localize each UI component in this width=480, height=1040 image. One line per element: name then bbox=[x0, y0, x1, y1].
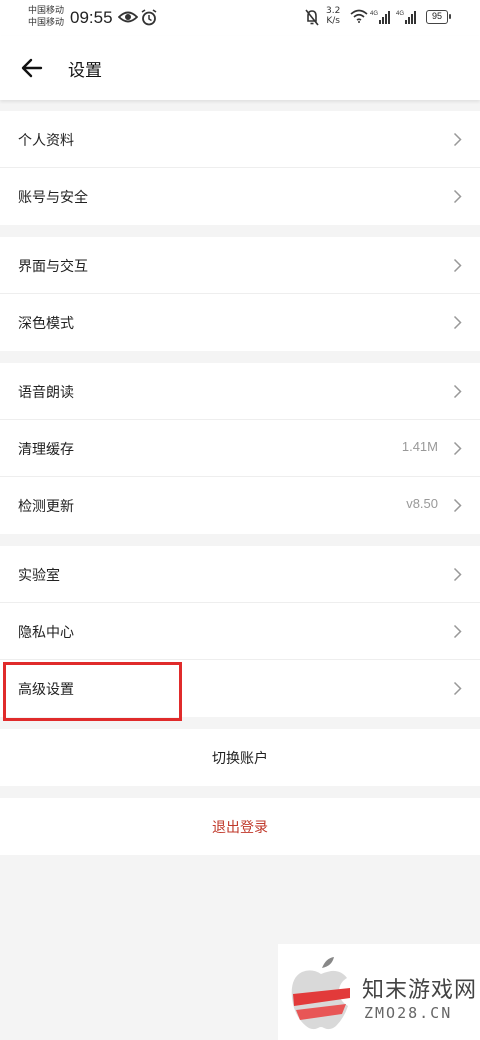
battery-indicator: 95 bbox=[426, 10, 451, 24]
settings-item-profile[interactable]: 个人资料 bbox=[0, 111, 480, 168]
settings-item-label: 检测更新 bbox=[18, 499, 74, 515]
network-speed: 3.2 K/s bbox=[326, 6, 340, 26]
settings-group-system: 语音朗读 清理缓存 1.41M 检测更新 v8.50 bbox=[0, 363, 480, 534]
settings-item-label: 个人资料 bbox=[18, 133, 74, 149]
settings-group-account: 个人资料 账号与安全 bbox=[0, 111, 480, 225]
chevron-right-icon bbox=[453, 624, 462, 639]
chevron-right-icon bbox=[453, 498, 462, 513]
settings-item-label: 实验室 bbox=[18, 568, 60, 584]
carrier-2: 中国移动 bbox=[28, 18, 65, 28]
chevron-right-icon bbox=[453, 315, 462, 330]
chevron-right-icon bbox=[453, 132, 462, 147]
settings-item-clear-cache[interactable]: 清理缓存 1.41M bbox=[0, 420, 480, 477]
carrier-info: 中国移动 中国移动 bbox=[28, 5, 64, 29]
watermark: 知末游戏网 ZMO28.CN bbox=[278, 944, 480, 1040]
settings-item-interface[interactable]: 界面与交互 bbox=[0, 237, 480, 294]
mute-bell-icon bbox=[305, 9, 319, 26]
speed-unit: K/s bbox=[326, 16, 340, 26]
status-bar: 中国移动 中国移动 09:55 3.2 K/s 4G 4G 95 bbox=[0, 0, 480, 36]
settings-item-lab[interactable]: 实验室 bbox=[0, 546, 480, 603]
eye-icon bbox=[118, 11, 138, 23]
alarm-icon bbox=[141, 9, 157, 26]
status-time: 09:55 bbox=[70, 8, 113, 27]
chevron-right-icon bbox=[453, 384, 462, 399]
settings-item-check-update[interactable]: 检测更新 v8.50 bbox=[0, 477, 480, 534]
svg-text:4G: 4G bbox=[370, 11, 378, 17]
app-header: 设置 bbox=[0, 36, 480, 100]
settings-item-account-security[interactable]: 账号与安全 bbox=[0, 168, 480, 225]
chevron-right-icon bbox=[453, 258, 462, 273]
chevron-right-icon bbox=[453, 567, 462, 582]
settings-item-label: 深色模式 bbox=[18, 316, 74, 332]
chevron-right-icon bbox=[453, 681, 462, 696]
speed-value: 3.2 bbox=[326, 6, 341, 16]
chevron-right-icon bbox=[453, 189, 462, 204]
settings-item-label: 隐私中心 bbox=[18, 625, 74, 641]
settings-item-label: 界面与交互 bbox=[18, 259, 88, 275]
watermark-name: 知末游戏网 bbox=[362, 978, 478, 1003]
settings-item-voice-reading[interactable]: 语音朗读 bbox=[0, 363, 480, 420]
apple-logo-icon bbox=[291, 957, 350, 1030]
page-title: 设置 bbox=[68, 61, 102, 81]
back-arrow-icon[interactable] bbox=[20, 54, 44, 82]
carrier-1: 中国移动 bbox=[28, 6, 65, 16]
settings-item-dark-mode[interactable]: 深色模式 bbox=[0, 294, 480, 351]
signal-4g-icon-2: 4G bbox=[396, 11, 416, 24]
settings-item-privacy-center[interactable]: 隐私中心 bbox=[0, 603, 480, 660]
watermark-domain: ZMO28.CN bbox=[364, 1004, 453, 1022]
version-value: v8.50 bbox=[406, 496, 438, 511]
chevron-right-icon bbox=[453, 441, 462, 456]
logout-label: 退出登录 bbox=[212, 820, 268, 836]
signal-4g-icon-1: 4G bbox=[370, 11, 390, 24]
switch-account-label: 切换账户 bbox=[212, 751, 268, 767]
cache-size-value: 1.41M bbox=[401, 439, 438, 454]
highlight-box bbox=[3, 662, 182, 721]
logout-button[interactable]: 退出登录 bbox=[0, 798, 480, 855]
settings-item-label: 账号与安全 bbox=[18, 190, 88, 206]
settings-item-label: 清理缓存 bbox=[18, 442, 74, 458]
svg-text:4G: 4G bbox=[396, 11, 404, 17]
switch-account-button[interactable]: 切换账户 bbox=[0, 729, 480, 786]
settings-group-display: 界面与交互 深色模式 bbox=[0, 237, 480, 351]
settings-item-label: 语音朗读 bbox=[18, 385, 74, 401]
wifi-icon bbox=[350, 9, 368, 23]
